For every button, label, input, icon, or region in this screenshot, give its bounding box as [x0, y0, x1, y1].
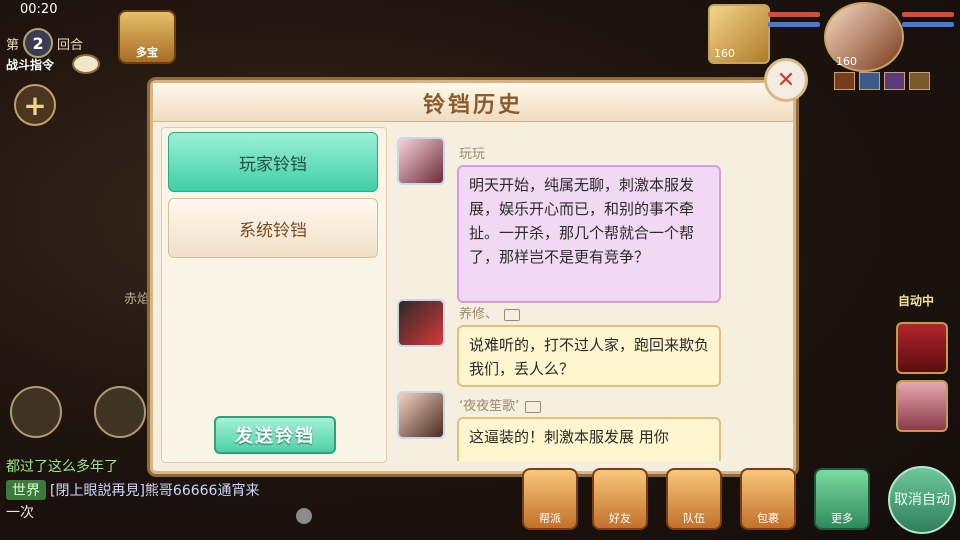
buff-icons [834, 72, 930, 90]
round-number: 2 [23, 28, 54, 58]
sender-name: 养修、 [459, 307, 499, 322]
friends-label: 好友 [609, 512, 631, 525]
battle-command-label[interactable]: 战斗指令 [6, 56, 54, 73]
pet-hp-bar [768, 12, 820, 17]
message-list[interactable]: 玩玩 明天开始，纯属无聊，刺激本服发展，娱乐开心而已，和别的事不牵扯。一开杀，那… [393, 127, 783, 461]
picture-icon [504, 308, 521, 321]
friends-button[interactable]: 好友 [592, 468, 648, 530]
guild-label: 帮派 [539, 512, 561, 525]
buff-icon [909, 72, 930, 90]
microphone-icon[interactable] [94, 386, 146, 438]
list-item: ‘夜夜笙歌’ 这逼装的！刺激本服发展 用你 [393, 391, 773, 461]
tab-system-bell[interactable]: 系统铃铛 [168, 198, 378, 258]
tab-panel: 玩家铃铛 系统铃铛 发送铃铛 [161, 127, 387, 463]
bag-button[interactable]: 包裹 [740, 468, 796, 530]
round-indicator: 第 2 回合 [6, 28, 83, 58]
hero-hp-bar [902, 12, 954, 17]
team-button[interactable]: 队伍 [666, 468, 722, 530]
skill-icon[interactable] [896, 380, 948, 432]
picture-icon [525, 400, 542, 413]
avatar[interactable] [397, 299, 445, 347]
chat-line: 世界 [閉上眼説再見]熊哥66666通宵来 [6, 480, 259, 500]
bag-label: 包裹 [757, 512, 779, 525]
message-sender: 玩玩 [459, 147, 486, 162]
team-label: 队伍 [683, 512, 705, 525]
close-button[interactable]: ✕ [764, 58, 808, 102]
more-button[interactable]: 更多 [814, 468, 870, 530]
round-suffix: 回合 [57, 37, 84, 53]
round-prefix: 第 [6, 37, 20, 53]
buff-icon [884, 72, 905, 90]
buff-icon [859, 72, 880, 90]
dialog-title: 铃铛历史 [422, 93, 523, 118]
treasure-button[interactable]: 多宝 [118, 10, 176, 64]
treasure-label: 多宝 [136, 46, 158, 59]
message-bubble: 明天开始，纯属无聊，刺激本服发展，娱乐开心而已，和别的事不牵扯。一开杀，那几个帮… [457, 165, 721, 303]
pet-level: 160 [714, 47, 735, 60]
hero-portrait[interactable]: 160 [824, 2, 904, 72]
buff-icon [834, 72, 855, 90]
cancel-auto-button[interactable]: 取消自动 [888, 466, 956, 534]
bell-history-dialog: 铃铛历史 玩家铃铛 系统铃铛 发送铃铛 玩玩 明天开始，纯属无聊，刺激本服发展，… [150, 80, 796, 474]
skill-icon[interactable] [896, 322, 948, 374]
hero-level: 160 [836, 55, 857, 68]
channel-badge: 世界 [6, 480, 46, 500]
auto-status-label: 自动中 [898, 294, 935, 308]
chat-line: 一次 [6, 505, 34, 521]
tab-player-bell[interactable]: 玩家铃铛 [168, 132, 378, 192]
avatar[interactable] [397, 391, 445, 439]
list-item: 养修、 说难听的，打不过人家，跑回来欺负我们，丢人么？ [393, 299, 773, 389]
send-bell-button[interactable]: 发送铃铛 [214, 416, 336, 454]
message-sender: 养修、 [459, 303, 521, 322]
message-bubble: 这逼装的！刺激本服发展 用你 [457, 417, 721, 461]
sender-name: ‘夜夜笙歌’ [459, 399, 520, 414]
avatar[interactable] [397, 137, 445, 185]
eye-icon[interactable] [72, 54, 100, 74]
more-label: 更多 [831, 512, 853, 525]
expand-plus-button[interactable]: + [14, 84, 56, 126]
list-item: 玩玩 明天开始，纯属无聊，刺激本服发展，娱乐开心而已，和别的事不牵扯。一开杀，那… [393, 137, 773, 307]
pet-mp-bar [768, 22, 820, 27]
chat-bubble-icon[interactable] [10, 386, 62, 438]
message-bubble: 说难听的，打不过人家，跑回来欺负我们，丢人么？ [457, 325, 721, 387]
guild-button[interactable]: 帮派 [522, 468, 578, 530]
status-time: 00:20 [20, 2, 58, 17]
pet-portrait[interactable]: 160 [708, 4, 770, 64]
chat-text: [閉上眼説再見]熊哥66666通宵来 [50, 483, 260, 499]
gear-icon[interactable] [296, 508, 312, 524]
battle-side-text: 赤焰 [124, 292, 151, 307]
message-sender: ‘夜夜笙歌’ [459, 395, 542, 414]
hero-mp-bar [902, 22, 954, 27]
chat-line: 都过了这么多年了 [6, 459, 118, 475]
